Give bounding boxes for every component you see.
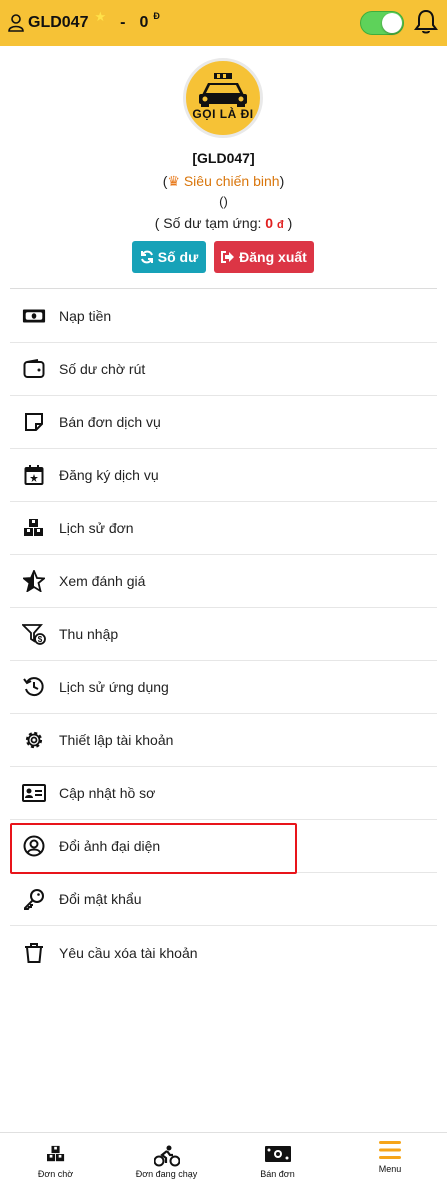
advance-amount: 0	[265, 215, 274, 231]
nav-label: Bán đơn	[260, 1169, 295, 1179]
menu-item-label: Bán đơn dịch vụ	[59, 414, 161, 430]
menu-item-label: Thiết lập tài khoản	[59, 732, 174, 748]
online-toggle[interactable]	[360, 11, 404, 35]
menu-item-label: Nạp tiền	[59, 308, 112, 324]
logo-text: GỌI LÀ ĐI	[192, 107, 254, 121]
calendar-star-icon	[22, 463, 46, 487]
hamburger-icon	[333, 1140, 447, 1160]
menu-item-account-settings[interactable]: Thiết lập tài khoản	[10, 714, 437, 767]
menu-item-sell-service[interactable]: Bán đơn dịch vụ	[10, 396, 437, 449]
wallet-balance: 0	[139, 14, 149, 31]
company-logo: GỌI LÀ ĐI	[183, 58, 263, 138]
trash-icon	[22, 941, 46, 965]
gear-icon	[22, 728, 46, 752]
nav-menu[interactable]: Menu	[333, 1133, 447, 1182]
divider	[10, 288, 437, 289]
nav-label: Đơn đang chạy	[135, 1169, 198, 1179]
logout-button-label: Đăng xuất	[239, 249, 307, 265]
menu-item-income[interactable]: $ Thu nhập	[10, 608, 437, 661]
history-icon	[22, 675, 46, 699]
cyclist-icon	[111, 1145, 222, 1167]
wallet-icon	[22, 357, 46, 381]
advance-balance: ( Số dư tạm ứng: 0 đ )	[0, 215, 447, 231]
funnel-dollar-icon: $	[22, 622, 46, 646]
star-half-icon	[22, 569, 46, 593]
sticky-note-icon	[22, 410, 46, 434]
rank-close-paren: )	[279, 173, 285, 189]
menu-item-label: Số dư chờ rút	[59, 361, 146, 377]
balance-button-label: Số dư	[157, 249, 199, 265]
user-circle-icon	[22, 834, 46, 858]
boxes-icon	[22, 516, 46, 540]
menu-item-view-ratings[interactable]: Xem đánh giá	[10, 555, 437, 608]
profile-name: [GLD047]	[192, 150, 255, 166]
nav-label: Đơn chờ	[37, 1169, 74, 1179]
menu-item-label: Đổi ảnh đại diện	[59, 838, 161, 854]
balance-currency: Đ	[153, 11, 160, 21]
taxi-car-icon	[199, 73, 247, 107]
advance-currency: đ	[276, 219, 284, 231]
boxes-icon	[0, 1145, 111, 1163]
menu-item-label: Yêu cầu xóa tài khoản	[59, 944, 198, 961]
menu-item-label: Lịch sử ứng dụng	[59, 679, 169, 695]
menu-item-label: Đăng ký dịch vụ	[59, 467, 159, 483]
menu-item-top-up[interactable]: Nạp tiền	[10, 290, 437, 343]
toggle-knob	[382, 13, 402, 33]
menu-item-pending-withdrawal[interactable]: Số dư chờ rút	[10, 343, 437, 396]
bottom-nav: Đơn chờ Đơn đang chạy Bán đơn Menu	[0, 1132, 447, 1182]
menu-item-delete-account[interactable]: Yêu cầu xóa tài khoản	[10, 926, 437, 979]
star-icon: ★	[94, 9, 107, 24]
menu-item-order-history[interactable]: Lịch sử đơn	[10, 502, 437, 555]
menu-item-label: Lịch sử đơn	[59, 520, 134, 536]
sign-out-icon	[221, 251, 235, 263]
money-bill-icon	[222, 1145, 333, 1163]
menu-item-change-password[interactable]: Đổi mật khẩu	[10, 873, 437, 926]
advance-close: )	[283, 215, 293, 231]
rank-label: Siêu chiến binh	[183, 173, 280, 189]
menu-item-label: Đổi mật khẩu	[59, 891, 142, 907]
crown-icon: ♛	[167, 173, 180, 189]
key-icon	[22, 887, 46, 911]
menu-item-label: Xem đánh giá	[59, 573, 146, 589]
user-summary: GLD047 ★ - 0Đ	[8, 9, 160, 32]
menu-item-update-profile[interactable]: Cập nhật hồ sơ	[10, 767, 437, 820]
nav-running-orders[interactable]: Đơn đang chạy	[111, 1133, 222, 1182]
top-bar: GLD047 ★ - 0Đ	[0, 0, 447, 46]
menu-item-register-service[interactable]: Đăng ký dịch vụ	[10, 449, 437, 502]
nav-pending-orders[interactable]: Đơn chờ	[0, 1133, 111, 1182]
account-menu: Nạp tiền Số dư chờ rút Bán đơn dịch vụ Đ…	[10, 290, 437, 979]
svg-text:$: $	[38, 635, 43, 644]
balance-button[interactable]: Số dư	[132, 241, 206, 273]
nav-label: Menu	[378, 1164, 402, 1174]
nav-sell-orders[interactable]: Bán đơn	[222, 1133, 333, 1182]
rank-line: (♛ Siêu chiến binh)	[0, 173, 447, 190]
user-icon	[8, 14, 24, 32]
empty-info: ()	[219, 194, 228, 209]
refresh-icon	[140, 250, 153, 264]
logout-button[interactable]: Đăng xuất	[214, 241, 314, 273]
money-bill-icon	[22, 304, 46, 328]
menu-item-change-avatar[interactable]: Đổi ảnh đại diện	[10, 820, 437, 873]
separator-dash: -	[120, 14, 126, 31]
menu-item-label: Thu nhập	[59, 626, 119, 642]
menu-item-label: Cập nhật hồ sơ	[59, 785, 156, 801]
bell-icon[interactable]	[414, 9, 438, 40]
menu-item-app-history[interactable]: Lịch sử ứng dụng	[10, 661, 437, 714]
id-card-icon	[22, 781, 46, 805]
advance-label: ( Số dư tạm ứng:	[154, 215, 266, 231]
username: GLD047	[28, 14, 89, 31]
